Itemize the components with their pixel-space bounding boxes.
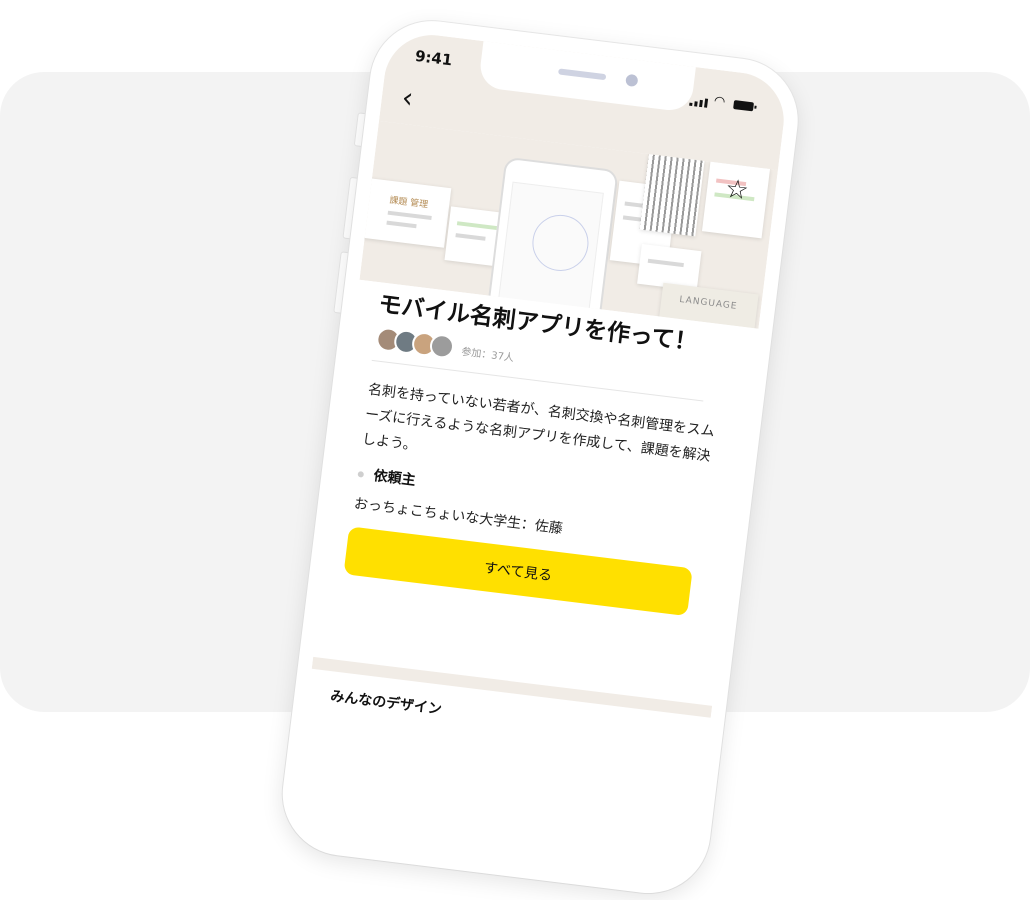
signal-icon — [689, 97, 709, 108]
front-camera — [625, 73, 639, 88]
requester-label: 依頼主 — [372, 467, 417, 489]
speaker-grill — [557, 68, 607, 81]
participant-avatars[interactable] — [375, 326, 456, 360]
hero-card: 課題 管理 — [359, 177, 452, 248]
status-time: 9:41 — [414, 46, 454, 70]
phone-screen: 9:41 ◠ ‹ 課題 管理 LANGUAGE ☆ モバイル名刺アプリを作って！… — [291, 29, 790, 885]
favorite-button[interactable]: ☆ — [723, 173, 751, 207]
battery-icon — [733, 100, 755, 112]
project-detail: モバイル名刺アプリを作って！ 参加：37人 名刺を持っていない若者が、名刺交換や… — [313, 279, 759, 706]
avatar — [428, 332, 456, 360]
bullet-icon — [357, 470, 365, 478]
hero-label-language: LANGUAGE — [678, 294, 738, 312]
see-all-button[interactable]: すべて見る — [343, 526, 693, 617]
requester-heading: 依頼主 — [357, 463, 417, 490]
chevron-left-icon: ‹ — [400, 80, 416, 115]
wifi-icon: ◠ — [712, 93, 727, 110]
phone-notch — [477, 41, 696, 113]
star-icon: ☆ — [723, 173, 751, 207]
section-title: みんなのデザイン — [329, 688, 443, 718]
participant-count: 参加：37人 — [460, 346, 515, 365]
hero-card — [639, 154, 705, 237]
back-button[interactable]: ‹ — [400, 80, 416, 115]
hero-label-jp: 課題 管理 — [388, 195, 429, 211]
